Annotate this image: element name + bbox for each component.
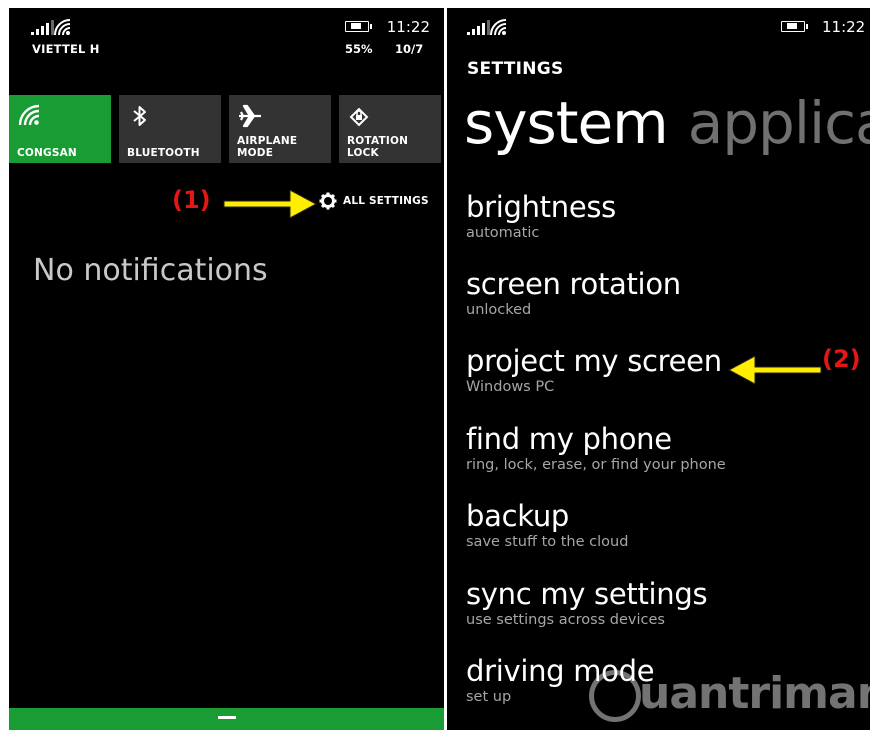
quick-action-label: CONGSAN bbox=[17, 147, 77, 159]
page-title: SETTINGS bbox=[467, 59, 564, 79]
settings-screen: 11:22 SETTINGS system applica brightness … bbox=[447, 8, 870, 730]
settings-item-title: screen rotation bbox=[466, 267, 681, 301]
signal-bars-icon bbox=[467, 20, 490, 35]
all-settings-link[interactable]: ALL SETTINGS bbox=[319, 192, 429, 210]
settings-item-subtitle: save stuff to the cloud bbox=[466, 534, 629, 550]
battery-percent: 55% bbox=[345, 42, 373, 56]
arrow-right-icon bbox=[223, 189, 318, 219]
carrier-name: VIETTEL H bbox=[32, 42, 100, 56]
pivot-tab-system[interactable]: system bbox=[464, 89, 669, 157]
wifi-icon bbox=[18, 104, 40, 126]
action-center-screen: VIETTEL H 11:22 55% 10/7 CONGSAN BLUETOO… bbox=[9, 8, 444, 730]
settings-item-title: sync my settings bbox=[466, 577, 708, 611]
status-bar: VIETTEL H 11:22 55% 10/7 bbox=[9, 8, 444, 68]
quick-action-bluetooth[interactable]: BLUETOOTH bbox=[119, 95, 221, 163]
quick-action-label: AIRPLANE MODE bbox=[237, 135, 298, 159]
settings-item-title: brightness bbox=[466, 190, 616, 224]
empty-notifications: No notifications bbox=[33, 253, 268, 288]
settings-item-backup[interactable]: backup save stuff to the cloud bbox=[466, 500, 628, 551]
settings-item-subtitle: unlocked bbox=[466, 302, 532, 318]
bluetooth-icon bbox=[133, 106, 146, 126]
quick-action-rotation-lock[interactable]: ROTATION LOCK bbox=[339, 95, 441, 163]
settings-item-project-my-screen[interactable]: project my screen Windows PC bbox=[466, 345, 722, 396]
watermark-text: uantrimang bbox=[639, 668, 870, 719]
annotation-label-2: (2) bbox=[822, 345, 861, 373]
arrow-left-icon bbox=[727, 355, 822, 385]
wifi-icon bbox=[490, 19, 507, 36]
quick-action-label: BLUETOOTH bbox=[127, 147, 200, 159]
settings-item-title: find my phone bbox=[466, 422, 672, 456]
wifi-icon bbox=[54, 19, 71, 36]
settings-item-subtitle: use settings across devices bbox=[466, 612, 665, 628]
pivot-header: system applica bbox=[464, 88, 870, 158]
battery-charging-icon bbox=[345, 21, 372, 32]
settings-item-brightness[interactable]: brightness automatic bbox=[466, 191, 616, 242]
settings-item-sync-my-settings[interactable]: sync my settings use settings across dev… bbox=[466, 577, 708, 629]
all-settings-label: ALL SETTINGS bbox=[343, 195, 429, 207]
quick-action-label: ROTATION LOCK bbox=[347, 135, 409, 159]
settings-item-subtitle: automatic bbox=[466, 225, 540, 241]
pivot-tab-applications[interactable]: applica bbox=[688, 89, 870, 157]
quick-action-wifi[interactable]: CONGSAN bbox=[9, 95, 111, 163]
settings-item-subtitle: ring, lock, erase, or find your phone bbox=[466, 457, 726, 473]
settings-item-title: project my screen bbox=[466, 344, 722, 378]
settings-item-screen-rotation[interactable]: screen rotation unlocked bbox=[466, 268, 681, 319]
settings-item-find-my-phone[interactable]: find my phone ring, lock, erase, or find… bbox=[466, 423, 726, 474]
airplane-icon bbox=[239, 104, 261, 128]
status-time: 11:22 bbox=[822, 18, 866, 36]
action-center-handle-bar[interactable] bbox=[9, 708, 444, 730]
signal-bars-icon bbox=[31, 20, 54, 35]
watermark-logo-icon bbox=[589, 670, 641, 722]
battery-charging-icon bbox=[781, 21, 808, 32]
settings-item-subtitle: Windows PC bbox=[466, 379, 555, 395]
status-time: 11:22 bbox=[386, 18, 430, 36]
status-date: 10/7 bbox=[395, 42, 424, 56]
rotation-lock-icon bbox=[349, 107, 369, 127]
quick-action-airplane[interactable]: AIRPLANE MODE bbox=[229, 95, 331, 163]
drag-handle-icon bbox=[218, 716, 236, 719]
gear-icon bbox=[319, 192, 337, 210]
settings-item-title: backup bbox=[466, 499, 570, 533]
annotation-label-1: (1) bbox=[172, 186, 211, 214]
